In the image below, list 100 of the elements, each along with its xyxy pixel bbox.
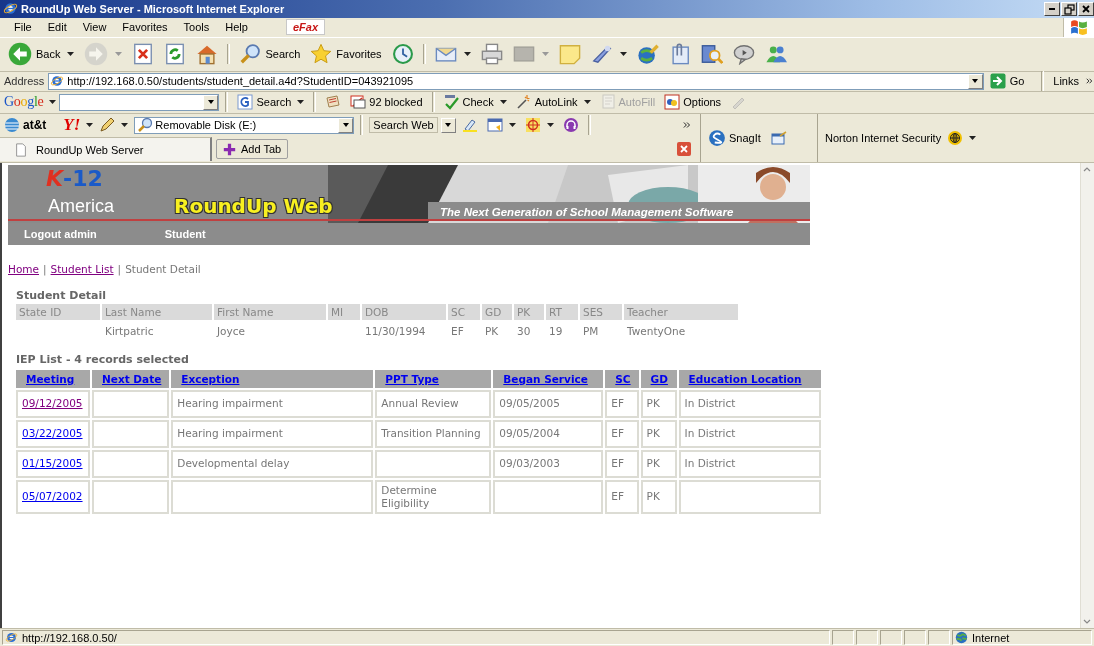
search-field[interactable]: Removable Disk (E:)	[134, 116, 355, 134]
window-icon	[486, 117, 503, 134]
menu-item[interactable]: Favorites	[114, 21, 176, 34]
section-title: Student Detail	[16, 288, 108, 302]
options-button[interactable]: Options	[661, 92, 725, 113]
caret-icon	[342, 123, 349, 128]
star-icon	[310, 43, 333, 66]
browser-icon	[3, 1, 18, 17]
highlighter-icon	[461, 117, 478, 134]
efax-button[interactable]: eFax	[285, 19, 325, 36]
menu-item[interactable]: Tools	[175, 21, 218, 34]
tab-label[interactable]: RoundUp Web Server	[36, 143, 144, 156]
table-header-cell: State ID	[16, 303, 100, 320]
page-icon	[50, 74, 65, 89]
back-button[interactable]: Back	[4, 40, 79, 69]
caret-icon	[969, 135, 977, 140]
menu-item[interactable]: Edit	[39, 21, 75, 34]
snagit-button[interactable]: SnagIt	[705, 127, 764, 148]
caret-icon	[207, 100, 214, 105]
table-cell: In District	[678, 389, 821, 418]
table-cell: PK	[640, 389, 677, 418]
table-cell: EF	[605, 419, 639, 448]
go-button[interactable]: Go	[987, 73, 1035, 90]
popup-blocker-button[interactable]: 92 blocked	[347, 92, 426, 113]
address-field[interactable]: http://192.168.0.50/students/student_detail.a4d?StudentID=043921095	[48, 72, 984, 90]
browser-tab[interactable]: RoundUp Web Server	[0, 137, 212, 162]
yahoo-logo[interactable]: Y!	[63, 115, 81, 136]
close-icon[interactable]	[676, 141, 692, 158]
minimize-button[interactable]	[1044, 1, 1060, 16]
norton-button[interactable]: Norton Internet Security	[822, 127, 945, 148]
breadcrumb-link[interactable]: Student List	[50, 262, 114, 275]
caret-icon	[541, 52, 549, 57]
search-button[interactable]: Search	[234, 92, 308, 113]
logo-subtitle: America	[48, 195, 114, 216]
google-logo[interactable]: Google	[4, 94, 44, 111]
caret-icon	[297, 100, 305, 105]
column-link[interactable]: Began Service	[503, 372, 588, 385]
dropdown-button[interactable]	[203, 94, 219, 110]
close-icon	[1080, 2, 1092, 15]
spellcheck-icon	[443, 94, 460, 111]
table-cell-text: PK	[484, 323, 500, 339]
table-header-cell: First Name	[214, 303, 326, 320]
caret-icon	[463, 52, 471, 57]
search-web-button[interactable]: Search Web	[369, 117, 438, 134]
table-cell: EF	[605, 449, 639, 478]
add-tab-button[interactable]: Add Tab	[216, 139, 289, 160]
address-label: Address	[4, 75, 45, 88]
blocked-window-icon	[350, 94, 367, 111]
restore-button[interactable]	[1061, 1, 1077, 16]
table-header-cell: MI	[328, 303, 360, 320]
wand-icon	[515, 94, 532, 111]
search-field[interactable]	[59, 93, 220, 111]
spellcheck-button[interactable]: Check	[440, 92, 510, 113]
column-link[interactable]: SC	[615, 372, 631, 385]
column-link[interactable]: PPT Type	[385, 372, 439, 385]
column-link[interactable]: GD	[650, 372, 668, 385]
menu-item[interactable]: File	[6, 21, 40, 34]
crosshair-icon	[524, 117, 541, 134]
links-button[interactable]: Links	[1051, 75, 1081, 88]
status-pane	[928, 630, 950, 645]
caret-icon	[972, 79, 979, 84]
plus-icon	[223, 142, 236, 156]
autolink-button[interactable]: AutoLink	[512, 92, 594, 113]
table-cell-text: Joyce	[215, 323, 246, 339]
caret-icon	[546, 123, 554, 128]
favorites-button[interactable]: Favorites	[306, 40, 386, 69]
chevron-icon[interactable]	[682, 120, 692, 131]
search-options-button[interactable]	[440, 117, 456, 133]
table-cell-text: TwentyOne	[626, 323, 687, 339]
table-cell: EF	[605, 479, 639, 514]
table-header-cell: SC	[448, 303, 480, 320]
caret-icon	[115, 52, 123, 57]
table-header-cell: Last Name	[102, 303, 212, 320]
date-link[interactable]: 01/15/2005	[22, 457, 83, 470]
menu-item[interactable]: View	[74, 21, 115, 34]
newspaper-icon	[325, 94, 342, 111]
status-pane	[832, 630, 854, 645]
column-link[interactable]: Next Date	[102, 372, 162, 385]
search-button[interactable]: Search	[235, 40, 305, 69]
close-button[interactable]	[1078, 1, 1094, 16]
dropdown-button[interactable]	[338, 117, 354, 133]
date-link[interactable]: 03/22/2005	[22, 427, 83, 440]
clock-icon	[391, 43, 414, 66]
column-link[interactable]: Exception	[181, 372, 240, 385]
table-header-cell: PK	[514, 303, 544, 320]
att-logo[interactable]: at&t	[4, 117, 47, 134]
go-arrow-icon	[989, 73, 1006, 90]
restore-icon	[1063, 2, 1075, 15]
stop-icon	[132, 43, 155, 66]
caret-icon	[499, 100, 507, 105]
breadcrumb-link[interactable]: Home	[8, 262, 39, 275]
table-cell-text: EF	[450, 323, 465, 339]
scrollbar[interactable]	[1080, 162, 1094, 628]
column-link[interactable]: Meeting	[26, 372, 75, 385]
table-cell-text: PM	[582, 323, 600, 339]
menu-item[interactable]: Help	[217, 21, 256, 34]
date-link[interactable]: 05/07/2002	[22, 490, 83, 503]
date-link[interactable]: 09/12/2005	[22, 397, 83, 410]
column-link[interactable]: Education Location	[688, 372, 802, 385]
table-cell: Hearing impairment	[171, 389, 374, 418]
